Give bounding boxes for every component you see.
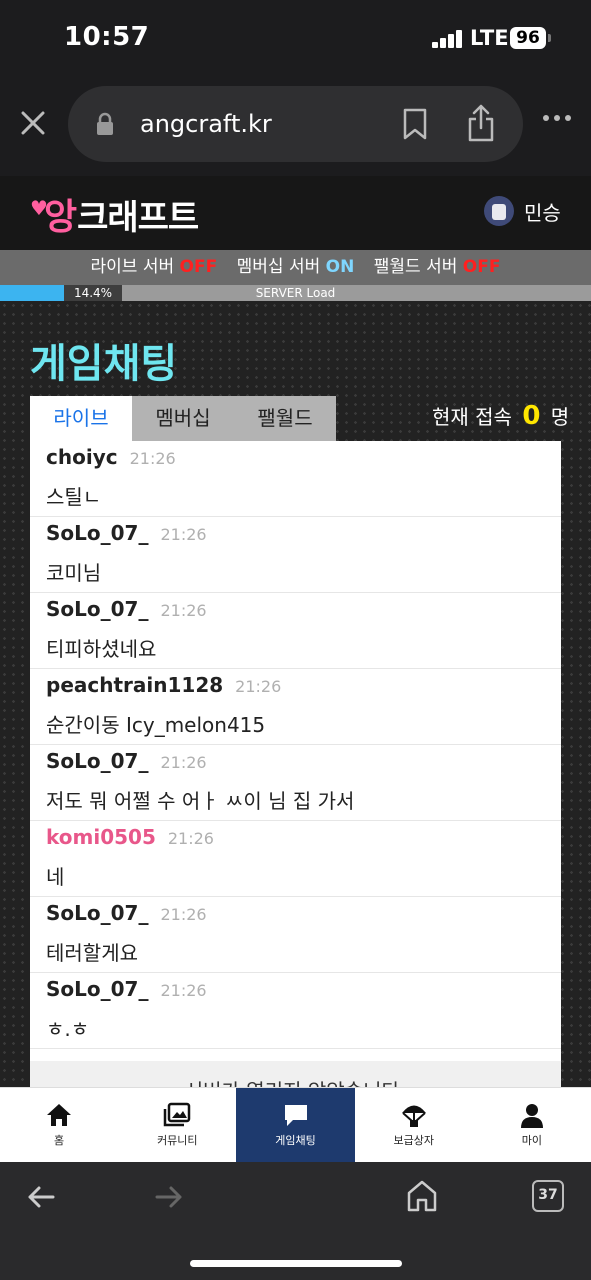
home-icon	[47, 1104, 72, 1126]
server-status-bar: 라이브 서버 OFF 멤버십 서버 ON 팰월드 서버 OFF	[0, 250, 591, 285]
user-icon	[520, 1104, 543, 1128]
chat-text: ㅎ.ㅎ	[46, 1017, 90, 1041]
online-count: 현재 접속 0 명	[432, 401, 569, 431]
server-tabs: 라이브 멤버십 팰월드	[30, 396, 336, 441]
online-label: 현재 접속	[432, 405, 512, 429]
home-icon[interactable]	[406, 1179, 438, 1213]
avatar	[484, 196, 514, 226]
lock-icon	[97, 112, 113, 135]
battery-tip	[548, 34, 551, 42]
online-unit: 명	[550, 405, 570, 429]
chat-text: 코미님	[46, 561, 102, 585]
heart-icon: ♥	[30, 196, 48, 220]
close-icon[interactable]	[18, 108, 48, 138]
logo-text: 크래프트	[77, 198, 199, 238]
status-bar: 10:57 LTE 96	[0, 0, 591, 80]
online-number: 0	[522, 401, 541, 431]
nav-home-label: 홈	[54, 1134, 65, 1147]
logo-first-char: 앙	[43, 197, 78, 238]
nav-game-chat-label: 게임채팅	[275, 1134, 316, 1147]
nav-community-label: 커뮤니티	[157, 1134, 198, 1147]
server-closed-notice: 서버가 열리지 않았습니다.	[30, 1061, 561, 1087]
chat-message: SoLo_07_ 21:26 테러할게요	[30, 897, 561, 973]
chat-text: 네	[46, 865, 65, 889]
membership-server-status: ON	[325, 257, 355, 277]
chat-text: 테러할게요	[46, 941, 138, 965]
live-server-status: OFF	[179, 257, 218, 277]
chat-message: komi0505 21:26 네	[30, 821, 561, 897]
user-profile[interactable]: 민승	[484, 196, 561, 226]
chat-username[interactable]: SoLo_07_	[46, 521, 148, 545]
tab-membership[interactable]: 멤버십	[132, 396, 234, 441]
nav-community[interactable]: 커뮤니티	[118, 1088, 236, 1162]
chat-time: 21:26	[160, 601, 207, 620]
share-icon[interactable]	[466, 104, 496, 142]
chat-text: 순간이동 Icy_melon415	[46, 713, 266, 737]
chat-username[interactable]: SoLo_07_	[46, 597, 148, 621]
nav-my-label: 마이	[521, 1134, 543, 1147]
cellular-signal-icon	[432, 30, 464, 48]
forward-arrow-icon[interactable]	[154, 1182, 184, 1212]
chat-time: 21:26	[235, 677, 282, 696]
username: 민승	[524, 200, 561, 225]
page-title: 게임채팅	[30, 341, 178, 387]
battery-icon: 96	[510, 27, 546, 49]
bookmark-icon[interactable]	[402, 108, 428, 140]
chat-username[interactable]: SoLo_07_	[46, 977, 148, 1001]
chat-text: 스틸ㄴ	[46, 485, 102, 509]
tabs-count-button[interactable]: 37	[532, 1180, 564, 1212]
chat-message: choiyc 21:26 스틸ㄴ	[30, 441, 561, 517]
home-indicator	[190, 1260, 402, 1267]
nav-supply-box[interactable]: 보급상자	[355, 1088, 473, 1162]
images-icon	[164, 1102, 191, 1127]
parachute-icon	[401, 1105, 426, 1127]
chat-username[interactable]: SoLo_07_	[46, 749, 148, 773]
chat-time: 21:26	[160, 753, 207, 772]
back-arrow-icon[interactable]	[26, 1182, 56, 1212]
nav-supply-box-label: 보급상자	[393, 1134, 434, 1147]
chat-time: 21:26	[160, 981, 207, 1000]
chat-text: 저도 뭐 어쩔 수 어ㅏ ㅆ이 님 집 가서	[46, 789, 355, 813]
palworld-server-status: OFF	[462, 257, 501, 277]
chat-username[interactable]: komi0505	[46, 825, 156, 849]
live-server-label: 라이브 서버	[90, 257, 175, 277]
nav-home[interactable]: 홈	[0, 1088, 118, 1162]
palworld-server-label: 팰월드 서버	[373, 257, 458, 277]
address-field[interactable]: angcraft.kr	[68, 86, 523, 162]
site-logo[interactable]: ♥ 앙 크래프트	[30, 188, 199, 238]
chat-time: 21:26	[129, 449, 176, 468]
bottom-nav: 홈 커뮤니티 게임채팅 보급상자 마이	[0, 1087, 591, 1162]
server-load-percent: 14.4%	[64, 285, 122, 301]
chat-message: SoLo_07_ 21:26 저도 뭐 어쩔 수 어ㅏ ㅆ이 님 집 가서	[30, 745, 561, 821]
server-load-bar: SERVER Load 14.4%	[0, 285, 591, 301]
chat-message: SoLo_07_ 21:26 ㅎ.ㅎ	[30, 973, 561, 1049]
chat-text: 티피하셨네요	[46, 637, 157, 661]
chat-time: 21:26	[160, 905, 207, 924]
browser-url-bar: angcraft.kr	[0, 80, 591, 176]
main-content: 게임채팅 라이브 멤버십 팰월드 현재 접속 0 명 choiyc 21:26 스…	[0, 301, 591, 1087]
chat-username[interactable]: SoLo_07_	[46, 901, 148, 925]
network-type: LTE	[470, 26, 509, 50]
nav-game-chat[interactable]: 게임채팅	[236, 1088, 355, 1162]
tab-live[interactable]: 라이브	[30, 396, 132, 441]
status-time: 10:57	[64, 22, 150, 52]
more-icon[interactable]	[542, 114, 572, 122]
nav-my[interactable]: 마이	[473, 1088, 591, 1162]
chat-time: 21:26	[167, 829, 214, 848]
url-text: angcraft.kr	[140, 110, 272, 138]
chat-message: SoLo_07_ 21:26 코미님	[30, 517, 561, 593]
chat-message: SoLo_07_ 21:26 티피하셨네요	[30, 593, 561, 669]
tab-palworld[interactable]: 팰월드	[234, 396, 336, 441]
chat-panel[interactable]: choiyc 21:26 스틸ㄴ SoLo_07_ 21:26 코미님 SoLo_0…	[30, 441, 561, 1087]
chat-message: peachtrain1128 21:26 순간이동 Icy_melon415	[30, 669, 561, 745]
membership-server-label: 멤버십 서버	[236, 257, 321, 277]
chat-username[interactable]: choiyc	[46, 445, 118, 469]
chat-icon	[284, 1105, 307, 1126]
chat-time: 21:26	[160, 525, 207, 544]
chat-username[interactable]: peachtrain1128	[46, 673, 223, 697]
site-header: ♥ 앙 크래프트 민승	[0, 176, 591, 250]
